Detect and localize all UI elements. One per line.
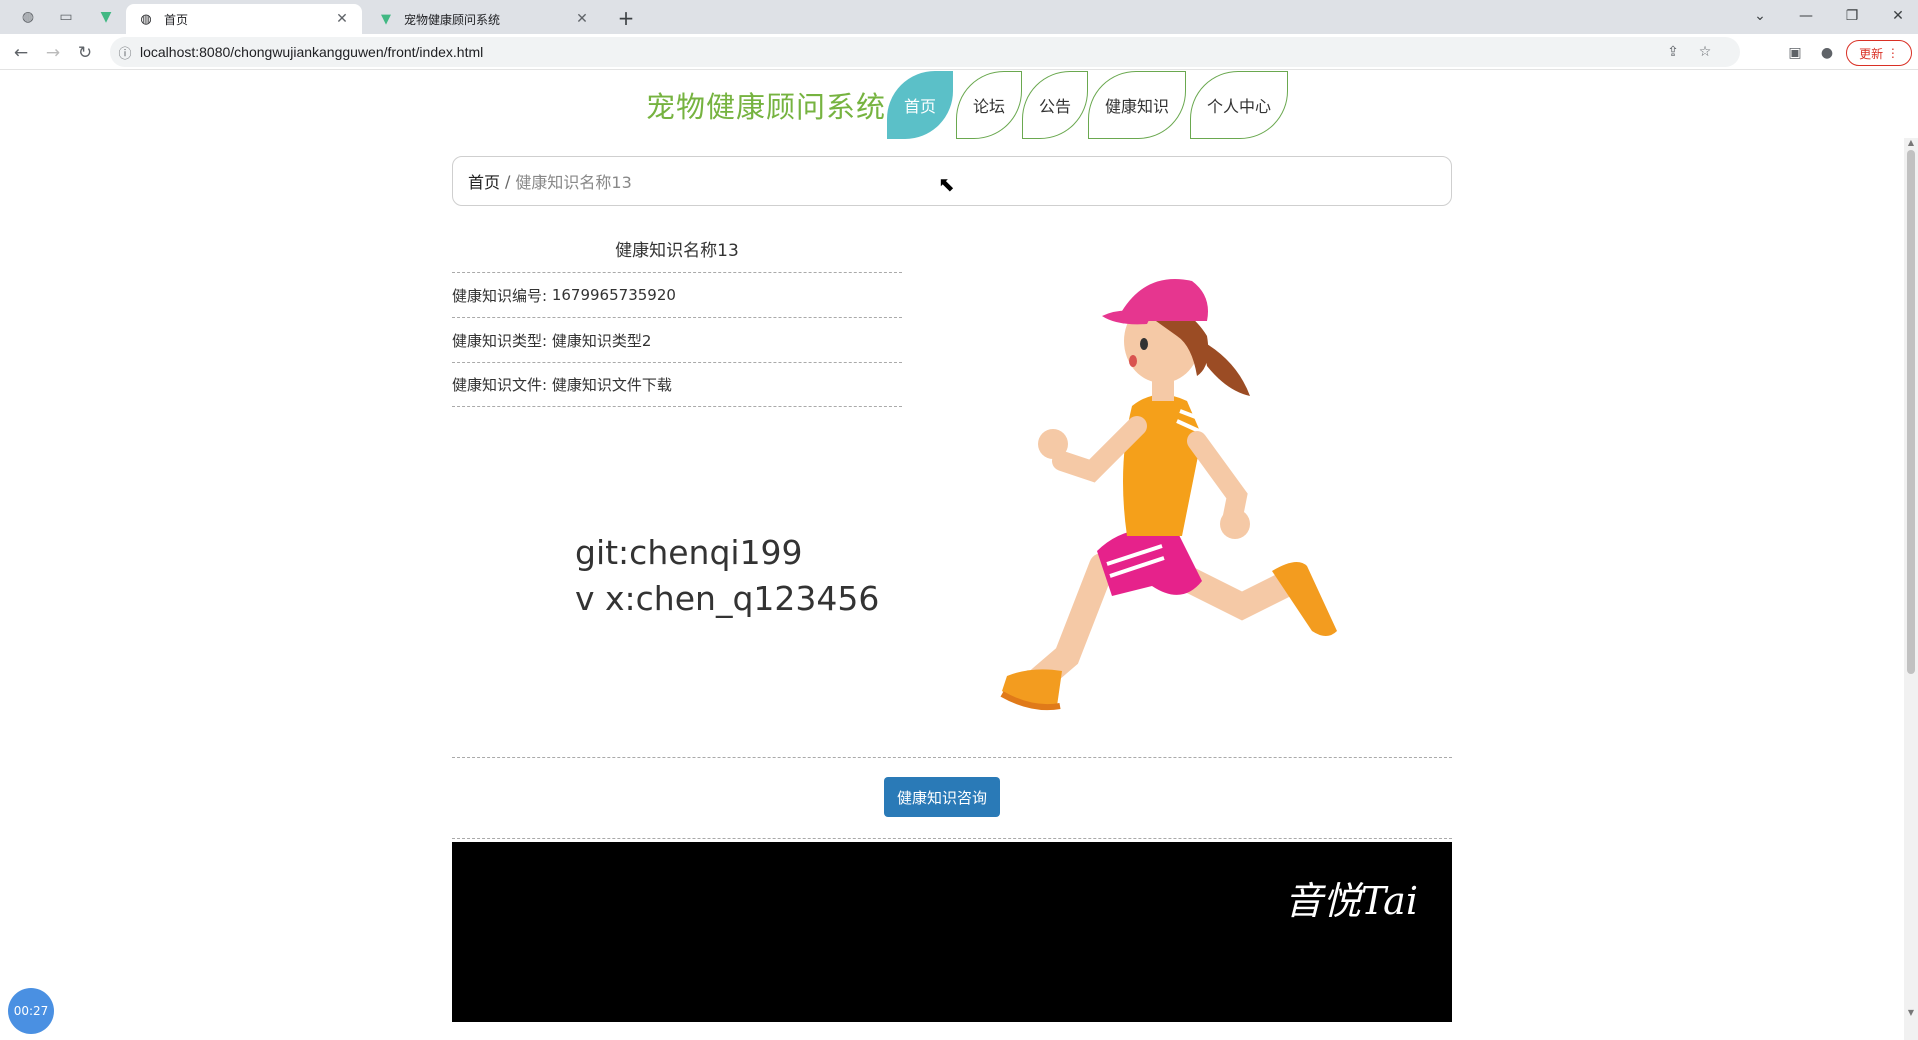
- share-icon[interactable]: ⇪: [1662, 42, 1684, 62]
- address-bar[interactable]: ⓘ localhost:8080/chongwujiankangguwen/fr…: [110, 37, 1740, 67]
- scroll-up-arrow-icon[interactable]: ▲: [1906, 138, 1916, 147]
- tab-title: 首页: [164, 12, 189, 27]
- scroll-down-arrow-icon[interactable]: ▼: [1906, 1008, 1916, 1017]
- scrollbar-thumb[interactable]: [1907, 150, 1915, 674]
- side-panel-icon[interactable]: ▣: [1784, 42, 1806, 64]
- info-icon[interactable]: ⓘ: [110, 43, 140, 62]
- browser-tab-bar: ◍ ▭ ▼ ◍ 首页 ✕ ▼ 宠物健康顾问系统 ✕ + ⌄ — ❐ ✕: [0, 0, 1918, 34]
- breadcrumb-separator: /: [505, 171, 511, 191]
- overlay-contact-text: git:chenqi199 v x:chen_q123456: [575, 530, 879, 622]
- new-tab-button[interactable]: +: [614, 6, 638, 30]
- site-title: 宠物健康顾问系统: [646, 90, 887, 124]
- detail-label: 健康知识编号:: [452, 286, 548, 305]
- overlay-line-git: git:chenqi199: [575, 533, 803, 572]
- breadcrumb-current: 健康知识名称13: [515, 173, 632, 192]
- breadcrumb-home[interactable]: 首页: [468, 169, 500, 193]
- section-divider: [452, 838, 1452, 839]
- close-icon[interactable]: ✕: [574, 11, 590, 27]
- close-icon[interactable]: ✕: [334, 11, 350, 27]
- section-divider: [452, 757, 1452, 758]
- video-watermark-logo: 音悦Tai: [1284, 879, 1418, 923]
- globe-icon[interactable]: ◍: [16, 6, 40, 28]
- reload-icon[interactable]: ↻: [72, 40, 98, 66]
- nav-item-health-knowledge[interactable]: 健康知识: [1088, 71, 1186, 139]
- tab-search-icon[interactable]: ⌄: [1740, 4, 1780, 28]
- globe-icon: ◍: [140, 11, 152, 27]
- recording-timer[interactable]: 00:27: [8, 988, 54, 1034]
- minimize-icon[interactable]: —: [1786, 4, 1826, 28]
- detail-value: 健康知识类型2: [551, 331, 652, 350]
- nav-item-forum[interactable]: 论坛: [956, 71, 1022, 139]
- forward-icon[interactable]: →: [40, 40, 66, 66]
- update-button[interactable]: 更新 ⋮: [1846, 40, 1912, 66]
- detail-label: 健康知识类型:: [452, 331, 548, 350]
- detail-row-file: 健康知识文件: 健康知识文件下载: [452, 362, 902, 407]
- detail-row-type: 健康知识类型: 健康知识类型2: [452, 317, 902, 362]
- detail-title: 健康知识名称13: [615, 241, 739, 261]
- url-text[interactable]: localhost:8080/chongwujiankangguwen/fron…: [140, 44, 483, 60]
- browser-tab-home[interactable]: ◍ 首页 ✕: [126, 4, 362, 34]
- running-girl-image: [1000, 279, 1337, 711]
- video-player[interactable]: 音悦Tai: [452, 842, 1452, 1022]
- mouse-cursor-icon: ⬉: [938, 172, 955, 196]
- health-consult-button[interactable]: 健康知识咨询: [884, 777, 1000, 817]
- nav-item-notice[interactable]: 公告: [1022, 71, 1088, 139]
- restore-icon[interactable]: ❐: [1832, 4, 1872, 28]
- tab-title: 宠物健康顾问系统: [404, 12, 501, 27]
- browser-tab-system[interactable]: ▼ 宠物健康顾问系统 ✕: [366, 4, 602, 34]
- detail-label: 健康知识文件:: [452, 376, 548, 394]
- overlay-line-wx: v x:chen_q123456: [575, 579, 880, 618]
- back-icon[interactable]: ←: [8, 40, 34, 66]
- nav-item-personal-center[interactable]: 个人中心: [1190, 71, 1288, 139]
- close-window-icon[interactable]: ✕: [1878, 4, 1918, 28]
- vue-logo-icon: ▼: [381, 11, 391, 27]
- bookmark-star-icon[interactable]: ☆: [1694, 42, 1716, 62]
- file-download-link[interactable]: 健康知识文件下载: [552, 374, 672, 395]
- vue-logo-icon[interactable]: ▼: [94, 6, 118, 28]
- profile-avatar-icon[interactable]: ●: [1816, 42, 1838, 64]
- browser-toolbar: ← → ↻ ⓘ localhost:8080/chongwujiankanggu…: [0, 34, 1918, 70]
- update-label: 更新: [1859, 46, 1884, 61]
- blank-tab-icon[interactable]: ▭: [54, 6, 78, 28]
- detail-value: 1679965735920: [551, 286, 676, 304]
- nav-item-home[interactable]: 首页: [887, 71, 953, 139]
- detail-row-id: 健康知识编号: 1679965735920: [452, 272, 902, 317]
